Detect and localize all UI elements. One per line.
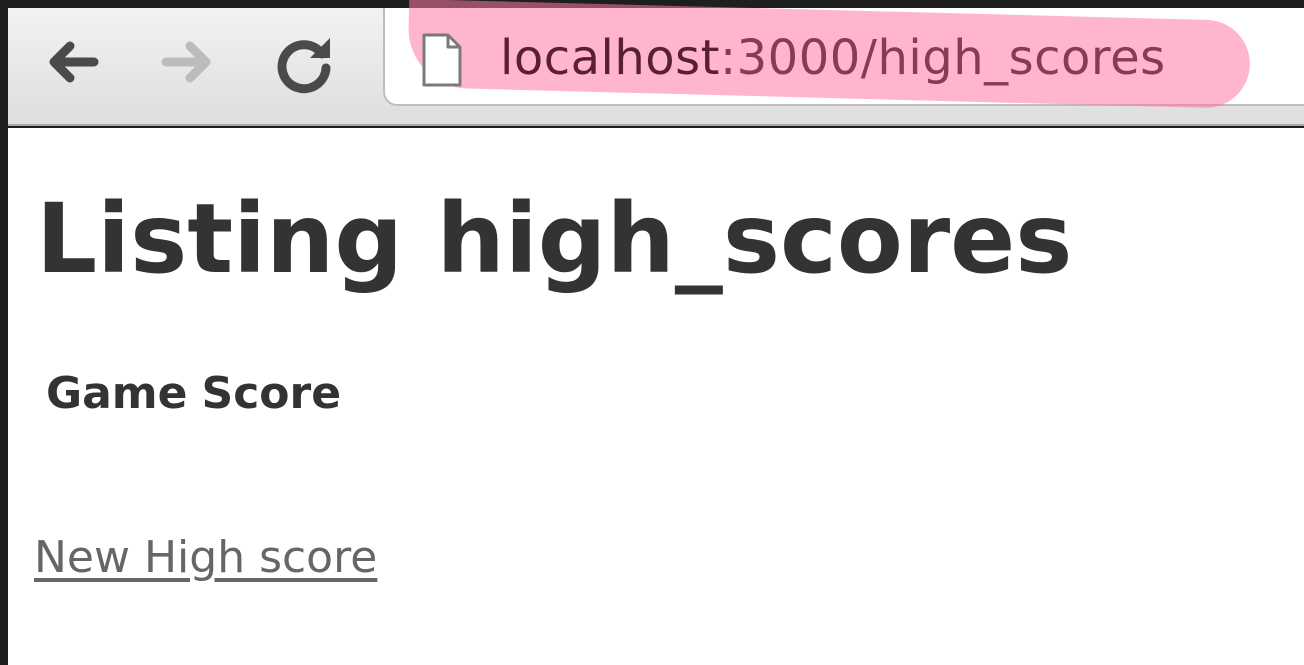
page-content: Listing high_scores Game Score New High … — [8, 128, 1304, 665]
reload-icon — [277, 38, 331, 94]
arrow-left-icon — [49, 41, 99, 83]
url-text[interactable]: localhost:3000/high_scores — [500, 26, 1166, 90]
new-high-score-link[interactable]: New High score — [34, 532, 377, 583]
url-path: :3000/high_scores — [719, 30, 1166, 86]
forward-button[interactable] — [156, 30, 220, 94]
browser-toolbar: localhost:3000/high_scores — [8, 0, 1304, 126]
high-scores-table: Game Score — [46, 368, 355, 419]
back-button[interactable] — [40, 30, 104, 94]
url-host: localhost — [500, 30, 720, 86]
page-icon — [420, 32, 464, 88]
page-title: Listing high_scores — [36, 183, 1073, 295]
arrow-right-icon — [161, 41, 211, 83]
window-frame-left — [0, 0, 8, 665]
reload-button[interactable] — [272, 30, 336, 94]
column-header-score: Score — [201, 368, 342, 419]
column-header-game: Game — [46, 368, 188, 419]
table-header-row: Game Score — [46, 368, 355, 419]
